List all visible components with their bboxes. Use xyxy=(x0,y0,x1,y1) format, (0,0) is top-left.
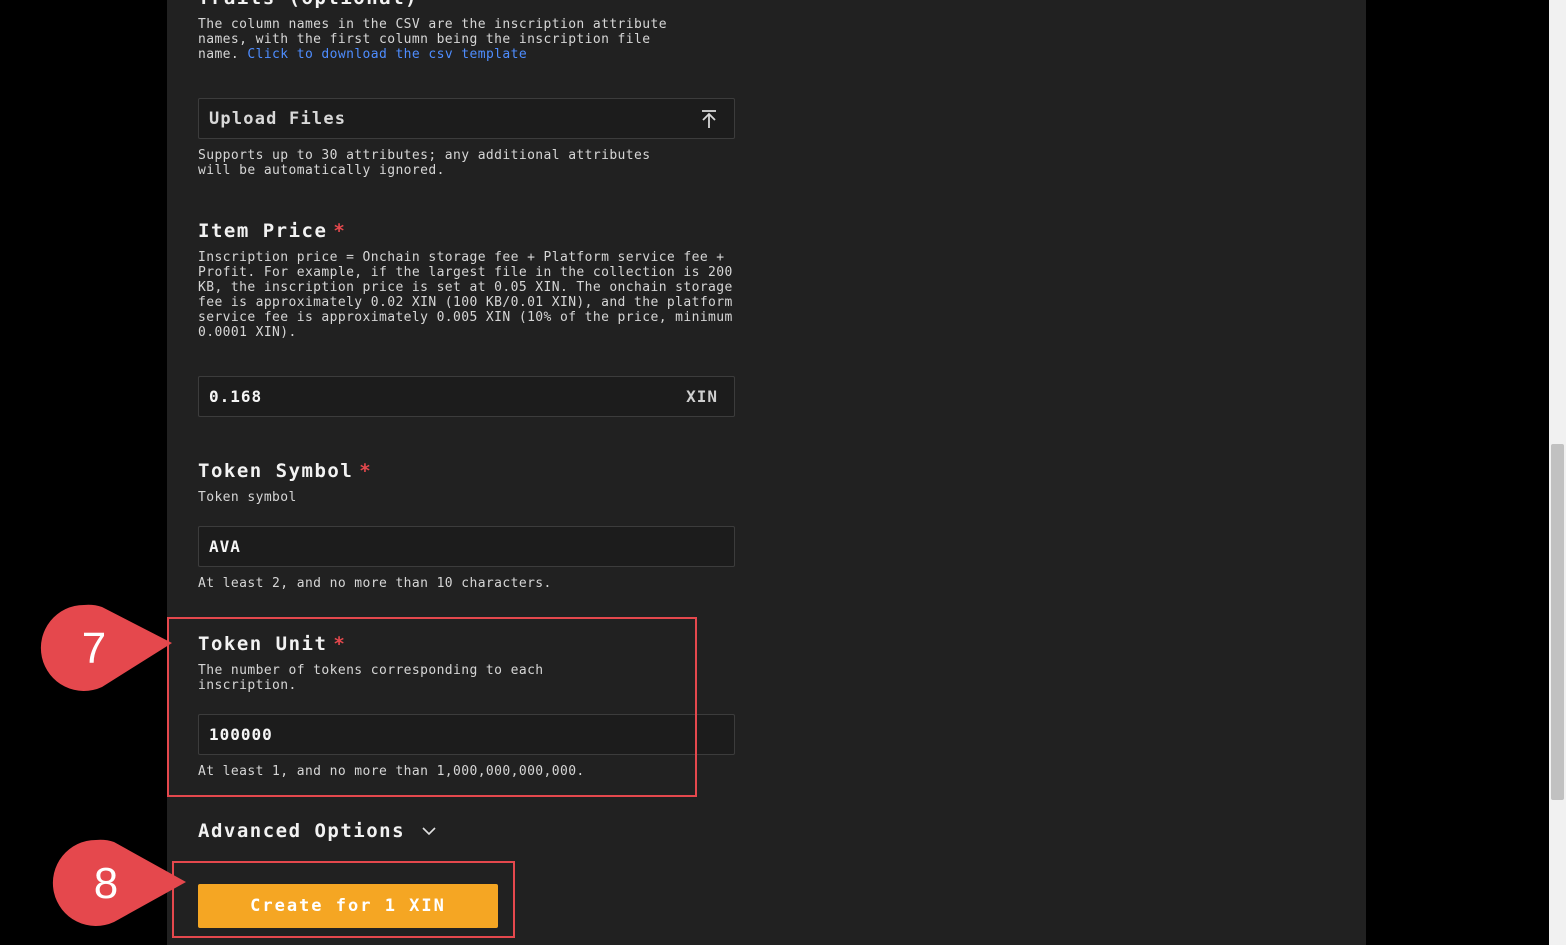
traits-title: Traits (optional) xyxy=(198,0,418,9)
item-price-unit: XIN xyxy=(686,387,718,406)
traits-description: The column names in the CSV are the insc… xyxy=(198,17,678,62)
item-price-value: 0.168 xyxy=(209,387,263,406)
upload-files-label: Upload Files xyxy=(209,109,347,129)
token-symbol-hint: At least 2, and no more than 10 characte… xyxy=(198,576,552,591)
item-price-title: Item Price * xyxy=(198,220,346,242)
required-marker: * xyxy=(333,220,347,242)
step-7-number: 7 xyxy=(82,624,106,673)
advanced-options-toggle[interactable]: Advanced Options xyxy=(198,820,437,842)
step-8-number: 8 xyxy=(94,859,118,908)
token-symbol-value: AVA xyxy=(209,537,241,556)
upload-files-button[interactable]: Upload Files xyxy=(198,98,735,139)
token-symbol-title-text: Token Symbol xyxy=(198,460,354,482)
create-button-highlight-box xyxy=(172,861,515,938)
scrollbar-thumb[interactable] xyxy=(1551,444,1564,800)
item-price-title-text: Item Price xyxy=(198,220,328,242)
token-unit-highlight-box xyxy=(167,617,697,797)
item-price-description: Inscription price = Onchain storage fee … xyxy=(198,250,733,340)
step-8-marker: 8 xyxy=(52,839,187,926)
chevron-down-icon xyxy=(422,827,436,836)
token-symbol-description: Token symbol xyxy=(198,490,297,505)
step-7-marker: 7 xyxy=(40,604,173,691)
token-symbol-input[interactable]: AVA xyxy=(198,526,735,567)
upload-icon xyxy=(702,110,716,128)
item-price-input[interactable]: 0.168 XIN xyxy=(198,376,735,417)
page-scrollbar[interactable] xyxy=(1549,0,1566,945)
required-marker: * xyxy=(359,460,373,482)
download-csv-template-link[interactable]: Click to download the csv template xyxy=(247,47,527,62)
advanced-options-label: Advanced Options xyxy=(198,820,406,842)
traits-hint: Supports up to 30 attributes; any additi… xyxy=(198,148,651,178)
token-symbol-title: Token Symbol * xyxy=(198,460,372,482)
